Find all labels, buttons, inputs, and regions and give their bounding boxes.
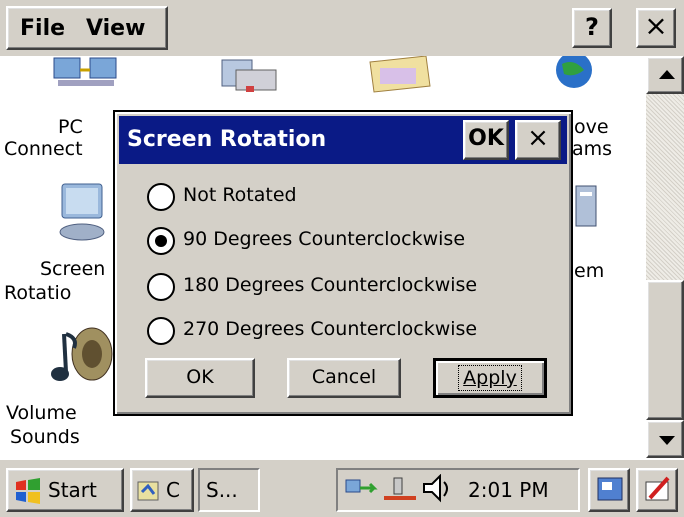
help-button[interactable]: ?	[572, 8, 612, 48]
input-panel-button[interactable]	[636, 468, 678, 512]
radio-label: 180 Degrees Counterclockwise	[183, 274, 478, 296]
volume-icon[interactable]	[420, 474, 456, 504]
remove-programs-icon[interactable]	[544, 56, 604, 96]
volume-sounds-icon[interactable]	[48, 324, 118, 392]
menu-view[interactable]: View	[86, 16, 145, 41]
icon-label: Rotatio	[4, 282, 72, 304]
icon-label: ove	[574, 116, 609, 138]
system-tray: 2:01 PM	[336, 468, 580, 512]
control-panel-icon	[137, 481, 159, 501]
screen-rotation-dialog: Screen Rotation OK × Not Rotated 90 Degr…	[113, 110, 573, 416]
cancel-button[interactable]: Cancel	[287, 358, 401, 398]
icon-label: Connect	[4, 138, 83, 160]
radio-label: 90 Degrees Counterclockwise	[183, 228, 466, 250]
menu-file[interactable]: File	[20, 16, 65, 41]
radio-button[interactable]	[147, 317, 175, 345]
connection-icon[interactable]	[344, 476, 380, 504]
radio-label: 270 Degrees Counterclockwise	[183, 318, 478, 340]
icon-label: Screen	[40, 258, 106, 280]
arrow-up-icon	[659, 70, 675, 79]
apply-button-label: Apply	[458, 365, 522, 391]
task-label: S...	[206, 478, 238, 502]
taskbar: Start C S... 2:01 PM	[0, 458, 684, 517]
icon-label: ams	[572, 138, 613, 160]
radio-label: Not Rotated	[183, 184, 297, 206]
power-plug-icon[interactable]	[382, 476, 418, 504]
radio-button-selected[interactable]	[147, 227, 175, 255]
menu-box: File View	[6, 6, 168, 50]
radio-button[interactable]	[147, 183, 175, 211]
windows-logo-icon	[16, 478, 40, 504]
date-time-icon[interactable]	[366, 56, 436, 96]
close-button[interactable]: ×	[636, 8, 676, 48]
start-button[interactable]: Start	[6, 468, 124, 512]
screen-rotation-icon[interactable]	[54, 180, 114, 244]
title-ok-button[interactable]: OK	[463, 120, 509, 160]
dialog-title-bar: Screen Rotation OK ×	[119, 116, 567, 164]
pc-connection-icon[interactable]	[50, 56, 122, 94]
vertical-scrollbar[interactable]	[646, 56, 684, 458]
radio-button[interactable]	[147, 273, 175, 301]
clock[interactable]: 2:01 PM	[468, 478, 549, 502]
taskbar-item-screen-rotation[interactable]: S...	[198, 468, 260, 512]
scroll-down-button[interactable]	[646, 420, 684, 458]
arrow-down-icon	[659, 436, 675, 445]
pen-icon	[645, 476, 670, 501]
taskbar-item-control-panel[interactable]: C	[130, 468, 194, 512]
show-desktop-button[interactable]	[588, 468, 630, 512]
apply-button[interactable]: Apply	[433, 358, 547, 398]
menu-bar: File View ? ×	[0, 0, 684, 56]
task-label: C	[166, 478, 180, 502]
scroll-up-button[interactable]	[646, 56, 684, 94]
system-icon[interactable]	[574, 184, 600, 232]
icon-label: em	[574, 260, 605, 282]
start-label: Start	[48, 478, 97, 502]
icon-label: Volume	[6, 402, 77, 424]
network-icon[interactable]	[212, 56, 282, 96]
scroll-thumb[interactable]	[646, 280, 684, 420]
title-close-button[interactable]: ×	[515, 120, 561, 160]
ok-button[interactable]: OK	[145, 358, 255, 398]
desktop-icon	[597, 477, 623, 501]
icon-label: PC	[58, 116, 83, 138]
icon-label: Sounds	[10, 426, 80, 448]
dialog-title: Screen Rotation	[127, 127, 327, 152]
